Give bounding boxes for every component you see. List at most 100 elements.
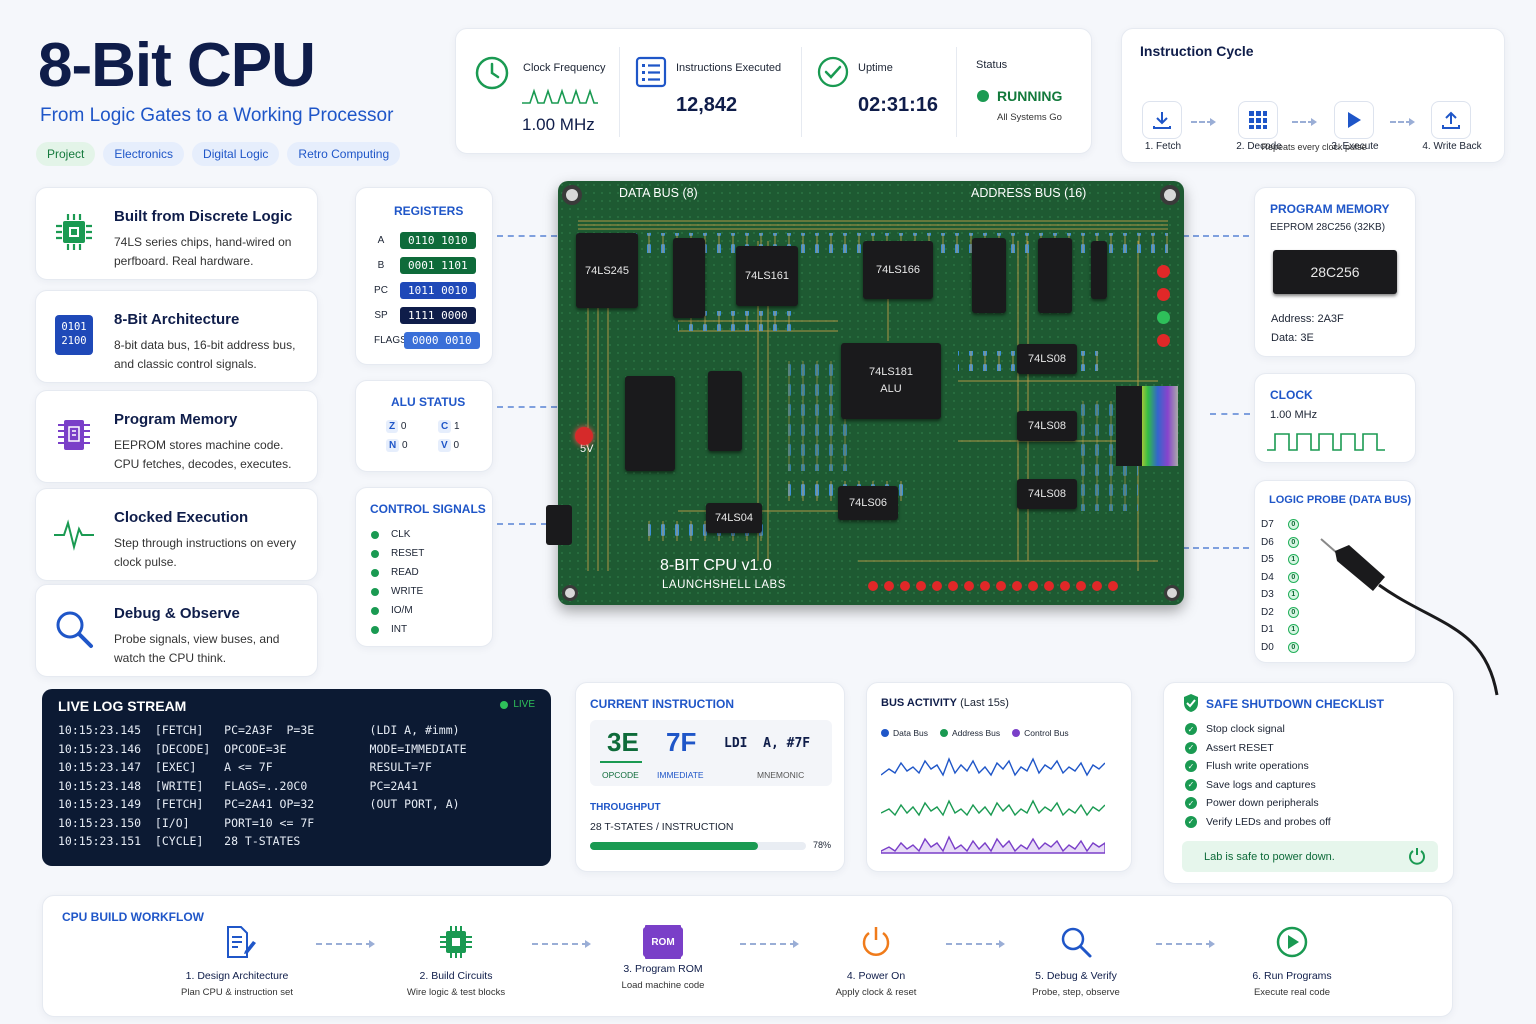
checklist-item[interactable]: ✓ Power down peripherals xyxy=(1185,794,1331,813)
bus-activity-title: BUS ACTIVITY (Last 15s) xyxy=(881,697,1009,709)
workflow-step-build[interactable]: 2. Build Circuits Wire logic & test block… xyxy=(371,925,541,998)
checklist-item[interactable]: ✓ Assert RESET xyxy=(1185,739,1331,758)
workflow-title: CPU BUILD WORKFLOW xyxy=(62,910,204,924)
safe-status-text: Lab is safe to power down. xyxy=(1204,851,1335,863)
clock-card: CLOCK 1.00 MHz xyxy=(1254,373,1416,463)
safe-shutdown-card: SAFE SHUTDOWN CHECKLIST ✓ Stop clock sign… xyxy=(1163,682,1454,884)
register-list: A 0110 1010 B 0001 1101 PC 1011 0010 SP 1111… xyxy=(362,228,480,353)
register-row: FLAGS 0000 0010 xyxy=(362,328,480,353)
live-log-panel[interactable]: LIVE LOG STREAM LIVE 10:15:23.145 [FETCH… xyxy=(42,689,551,866)
chip xyxy=(972,238,1006,313)
workflow-step-program[interactable]: ROM 3. Program ROM Load machine code xyxy=(578,925,748,991)
instructions-executed-label: Instructions Executed xyxy=(676,62,782,74)
data-bus-label: DATA BUS (8) xyxy=(619,186,698,200)
signal-write: WRITE xyxy=(371,582,424,601)
feature-desc: 74LS series chips, hand-wired on perfboa… xyxy=(114,235,292,268)
checklist-item[interactable]: ✓ Save logs and captures xyxy=(1185,776,1331,795)
mount-hole xyxy=(562,185,582,205)
log-line: 10:15:23.147 [EXEC] A <= 7F RESULT=7F xyxy=(58,760,432,774)
feature-desc: EEPROM stores machine code. CPU fetches,… xyxy=(114,438,292,471)
workflow-step-power[interactable]: 4. Power On Apply clock & reset xyxy=(791,925,961,998)
magnifier-icon xyxy=(52,607,96,651)
page-subtitle: From Logic Gates to a Working Processor xyxy=(40,105,394,126)
tag-digital-logic[interactable]: Digital Logic xyxy=(192,142,280,166)
checklist-item[interactable]: ✓ Flush write operations xyxy=(1185,757,1331,776)
connector xyxy=(1210,413,1250,415)
workflow-step-debug[interactable]: 5. Debug & Verify Probe, step, observe xyxy=(991,925,1161,998)
upload-icon[interactable] xyxy=(1431,101,1471,139)
log-line: 10:15:23.145 [FETCH] PC=2A3F P=3E (LDI A… xyxy=(58,723,460,737)
status-led-column xyxy=(1157,265,1170,347)
play-icon[interactable] xyxy=(1334,101,1374,139)
register-row: B 0001 1101 xyxy=(362,253,480,278)
instruction-cycle-card: Instruction Cycle 1. Fetch 2. Decode 3. … xyxy=(1121,28,1505,163)
checklist-item[interactable]: ✓ Stop clock signal xyxy=(1185,720,1331,739)
chip-74ls06: 74LS06 xyxy=(838,486,898,520)
divider xyxy=(619,47,620,137)
chip-icon xyxy=(440,926,472,958)
eeprom-desc: EEPROM 28C256 (32KB) xyxy=(1270,222,1386,233)
probe-bit: D1 1 xyxy=(1261,621,1299,639)
live-badge: LIVE xyxy=(500,699,535,710)
logic-probe-title: LOGIC PROBE (DATA BUS) xyxy=(1269,494,1412,506)
control-signals-title: CONTROL SIGNALS xyxy=(370,502,486,516)
feature-card-discrete-logic: Built from Discrete Logic 74LS series ch… xyxy=(35,187,318,280)
chip-74ls04: 74LS04 xyxy=(706,503,762,533)
signal-list: CLK RESET READ WRITE IO/M INT xyxy=(371,525,424,639)
board-maker: LAUNCHSHELL LABS xyxy=(662,579,786,591)
workflow-step-run[interactable]: 6. Run Programs Execute real code xyxy=(1207,925,1377,998)
chip xyxy=(708,371,742,451)
legend-address-bus: Address Bus xyxy=(939,728,1000,738)
tag-retro-computing[interactable]: Retro Computing xyxy=(287,142,401,166)
tag-project[interactable]: Project xyxy=(36,142,96,166)
power-icon xyxy=(862,927,890,956)
connector xyxy=(497,235,557,237)
clock-frequency-label: Clock Frequency xyxy=(523,62,606,74)
flag-n: N 0 xyxy=(386,439,438,452)
feature-card-clocked-execution: Clocked Execution Step through instructi… xyxy=(35,488,318,581)
status-indicator xyxy=(977,90,989,102)
feature-card-debug: Debug & Observe Probe signals, view buse… xyxy=(35,584,318,677)
workflow-step-design[interactable]: 1. Design Architecture Plan CPU & instruc… xyxy=(152,925,322,998)
uptime-value: 02:31:16 xyxy=(858,94,939,116)
operand-value: 7F xyxy=(666,727,697,757)
power-led xyxy=(575,427,593,445)
feature-title: 8-Bit Architecture xyxy=(114,311,240,328)
probe-tool-icon xyxy=(1320,538,1499,696)
ribbon-connector xyxy=(1116,386,1142,466)
clock-title: CLOCK xyxy=(1270,388,1313,402)
probe-bit: D0 0 xyxy=(1261,639,1299,657)
probe-bit: D4 0 xyxy=(1261,569,1299,587)
connector xyxy=(1183,235,1249,237)
clock-icon xyxy=(474,55,510,96)
arrow xyxy=(1390,118,1415,126)
checklist-item[interactable]: ✓ Verify LEDs and probes off xyxy=(1185,813,1331,832)
program-memory-card: PROGRAM MEMORY EEPROM 28C256 (32KB) 28C2… xyxy=(1254,187,1416,357)
tag-electronics[interactable]: Electronics xyxy=(103,142,185,166)
workflow-arrow xyxy=(316,940,375,948)
chip-icon xyxy=(52,210,96,254)
grid-icon[interactable] xyxy=(1238,101,1278,139)
magnifier-icon xyxy=(1061,927,1092,958)
chip xyxy=(1038,238,1072,313)
download-icon[interactable] xyxy=(1142,101,1182,139)
chip-74ls08: 74LS08 xyxy=(1017,479,1077,509)
chip xyxy=(1091,241,1107,299)
tag-list: Project Electronics Digital Logic Retro … xyxy=(36,142,401,166)
probe-bits: D7 0 D6 0 D5 1 D4 0 D3 1 D2 0 D1 1 D0 0 xyxy=(1261,516,1299,656)
flag-z: Z 0 xyxy=(386,420,438,433)
feature-title: Built from Discrete Logic xyxy=(114,208,293,225)
control-signals-card: CONTROL SIGNALS CLK RESET READ WRITE IO/… xyxy=(355,487,493,647)
power-icon[interactable] xyxy=(1408,847,1426,870)
chip xyxy=(625,376,675,471)
shutdown-checklist: ✓ Stop clock signal ✓ Assert RESET ✓ Flush … xyxy=(1185,720,1331,831)
waveform-icon xyxy=(522,87,598,112)
opcode-value: 3E xyxy=(607,727,639,757)
signal-reset: RESET xyxy=(371,544,424,563)
workflow-arrow xyxy=(1156,940,1215,948)
opcode-label: OPCODE xyxy=(602,770,639,780)
page-title: 8-Bit CPU xyxy=(38,31,316,100)
chip-74ls161: 74LS161 xyxy=(736,246,798,306)
memory-data: Data: 3E xyxy=(1271,332,1314,344)
feature-title: Program Memory xyxy=(114,411,238,428)
